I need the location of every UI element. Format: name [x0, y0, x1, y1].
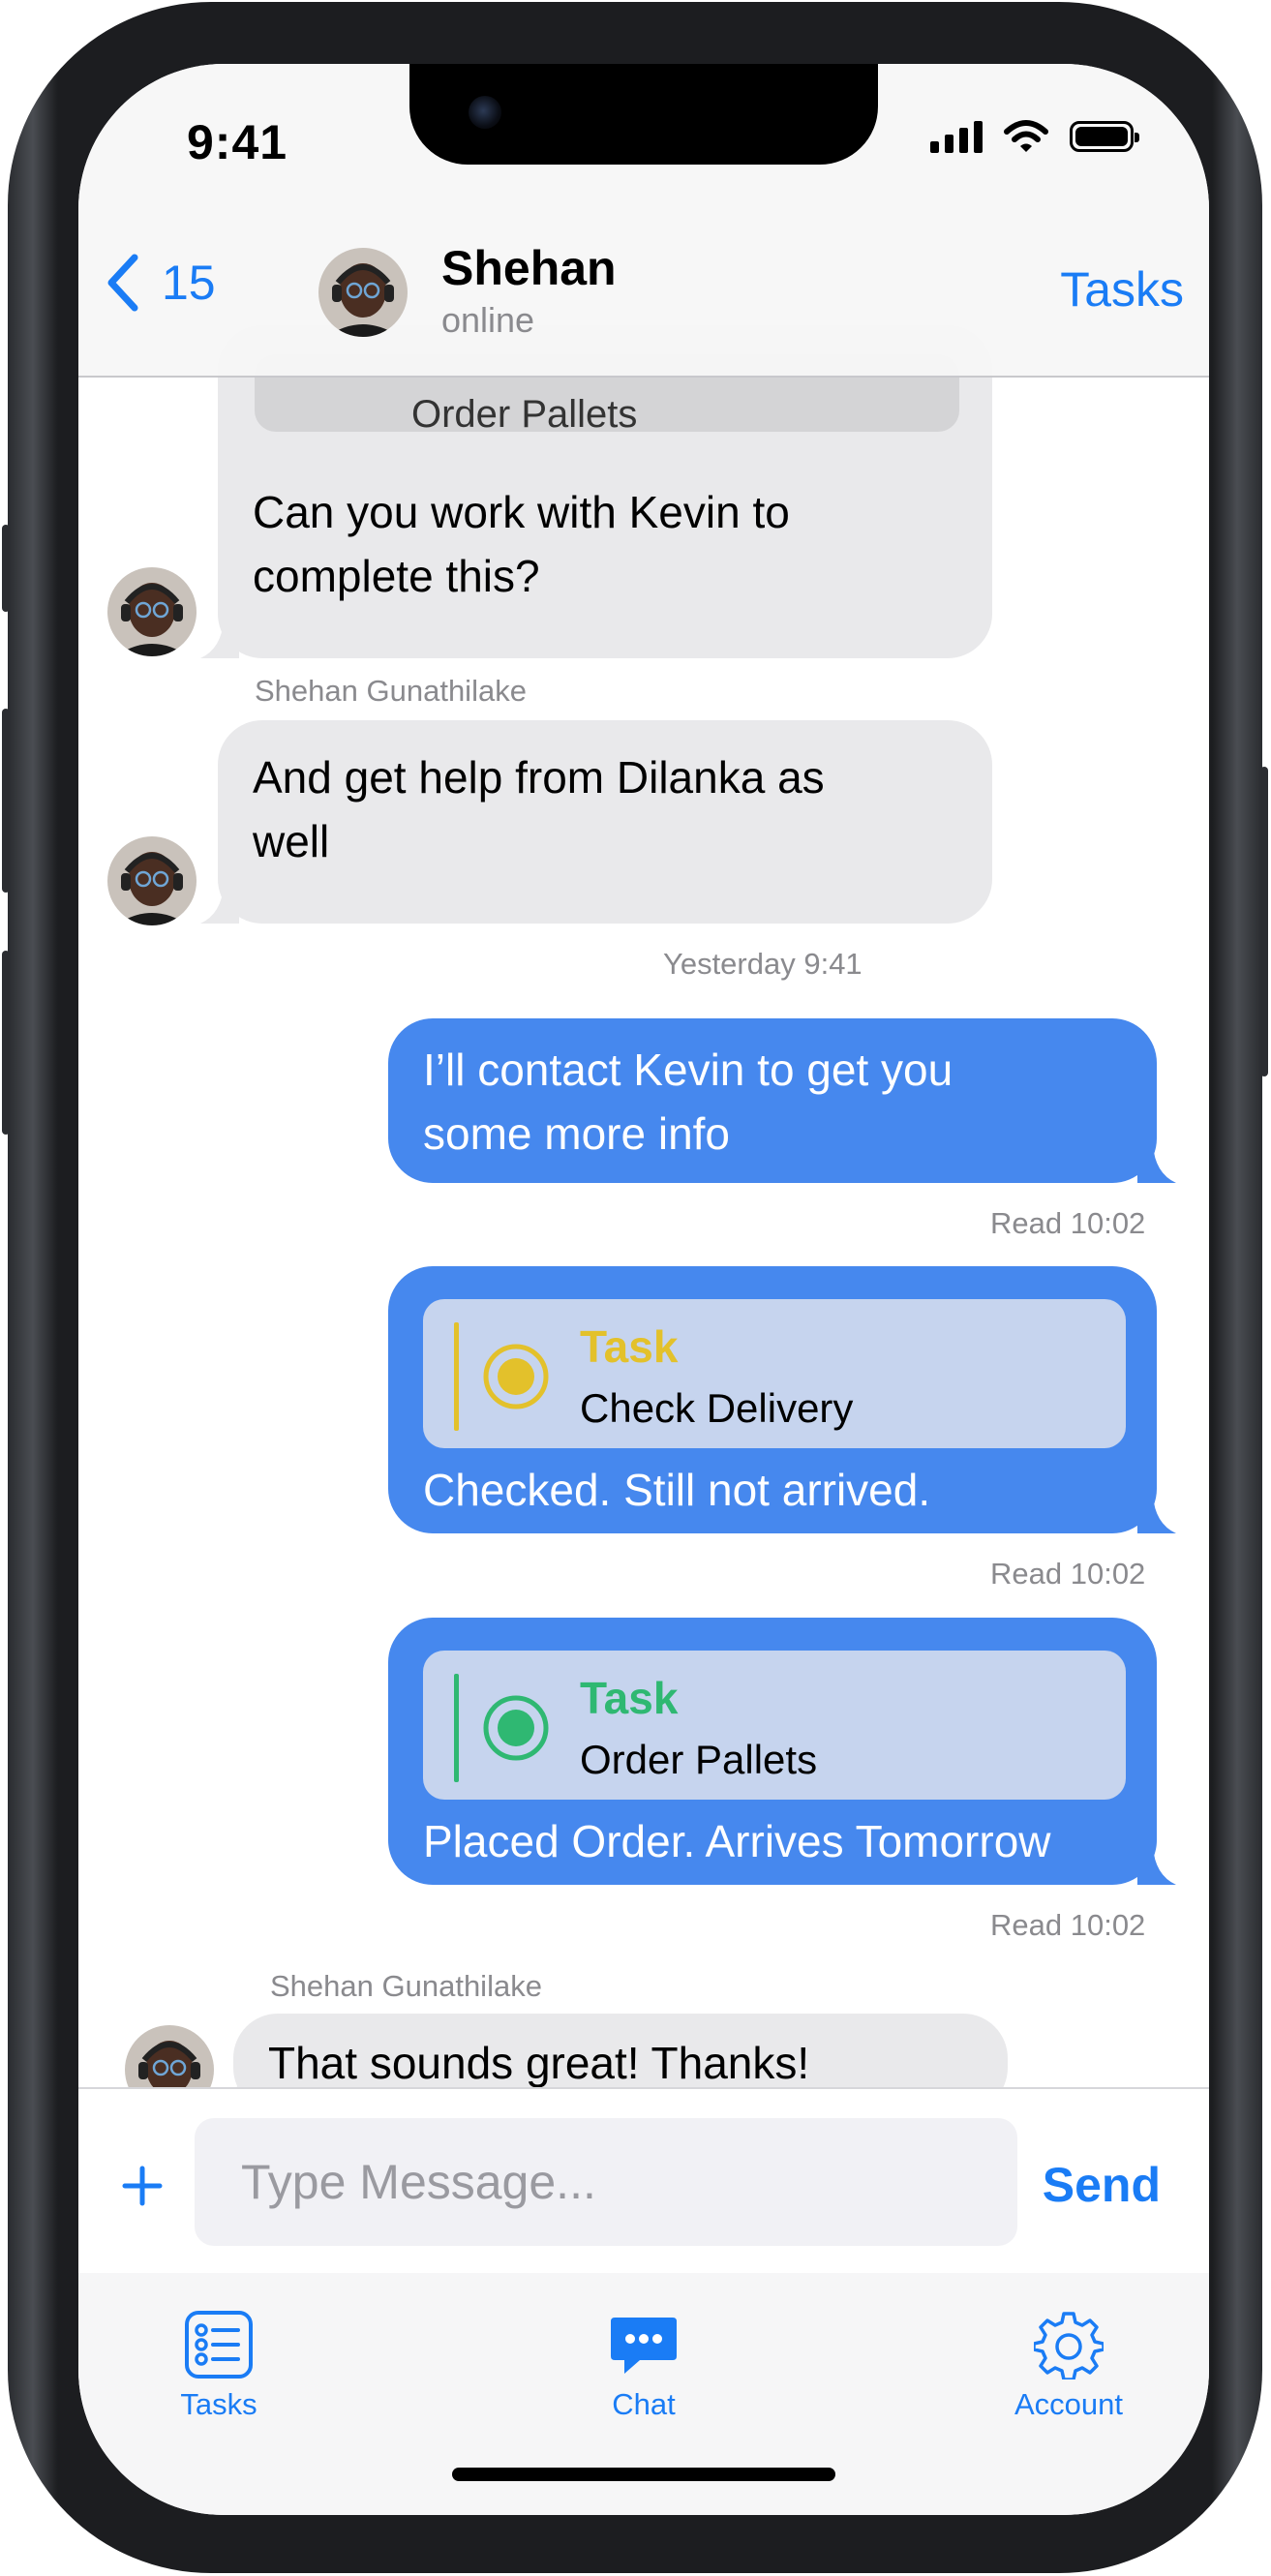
message-text-line: well: [253, 816, 330, 866]
avatar[interactable]: [107, 836, 197, 925]
task-color-bar: [454, 1322, 459, 1431]
chevron-left-icon: [107, 254, 138, 312]
bubble-tail: [1137, 1144, 1176, 1183]
status-icons: [930, 120, 1139, 153]
back-count: 15: [162, 256, 216, 310]
front-camera: [469, 96, 501, 129]
status-time: 9:41: [187, 115, 288, 169]
task-label: Task: [580, 1673, 679, 1723]
wifi-icon: [1004, 120, 1048, 152]
contact-name[interactable]: Shehan: [441, 240, 617, 296]
message-text: That sounds great! Thanks!: [268, 2038, 810, 2087]
incoming-message-bubble[interactable]: And get help from Dilanka as well: [218, 720, 992, 924]
avatar[interactable]: [107, 567, 197, 656]
quoted-task-name: Order Pallets: [411, 393, 638, 436]
outgoing-task-message-bubble[interactable]: Task Check Delivery Checked. Still not a…: [388, 1266, 1157, 1533]
bubble-tail: [1137, 1846, 1176, 1885]
bubble-tail: [200, 620, 239, 658]
task-color-bar: [454, 1674, 459, 1782]
message-text-line: some more info: [423, 1108, 731, 1159]
task-name: Check Delivery: [580, 1385, 854, 1431]
avatar-image: [107, 567, 197, 656]
contact-status: online: [441, 300, 535, 340]
tab-chat[interactable]: Chat: [528, 2310, 760, 2422]
avatar-image: [125, 2025, 214, 2087]
screen: Can you work with Kevin to complete this…: [78, 64, 1209, 2515]
read-receipt: Read 10:02: [990, 1908, 1146, 1942]
message-text-line: And get help from Dilanka as: [253, 752, 825, 803]
tab-label: Tasks: [180, 2387, 257, 2421]
task-card[interactable]: Task Check Delivery: [423, 1299, 1126, 1448]
power-button: [1260, 767, 1268, 1076]
sender-name: Shehan Gunathilake: [255, 674, 527, 708]
list-icon: [185, 2311, 253, 2379]
chat-bubble-icon: [611, 2318, 677, 2374]
cellular-signal-icon: [930, 120, 983, 153]
outgoing-message-bubble[interactable]: I’ll contact Kevin to get you some more …: [388, 1018, 1157, 1183]
task-card[interactable]: Task Order Pallets: [423, 1651, 1126, 1800]
read-receipt: Read 10:02: [990, 1557, 1146, 1591]
message-text: Placed Order. Arrives Tomorrow: [423, 1816, 1051, 1866]
message-text-line: Can you work with Kevin to: [253, 487, 790, 537]
battery-icon: [1070, 121, 1139, 152]
task-status-icon: [483, 1695, 549, 1761]
tab-label: Account: [1014, 2387, 1123, 2421]
send-button[interactable]: Send: [1043, 2157, 1161, 2213]
volume-up-button: [2, 709, 10, 893]
volume-down-button: [2, 951, 10, 1135]
bubble-tail: [200, 885, 239, 924]
gear-icon: [1034, 2312, 1104, 2379]
back-button[interactable]: 15: [106, 254, 216, 312]
mute-switch: [2, 525, 10, 612]
bubble-tail: [236, 2074, 255, 2087]
home-indicator[interactable]: [452, 2468, 835, 2481]
message-composer: Send: [78, 2087, 1209, 2273]
tasks-link[interactable]: Tasks: [1060, 261, 1184, 318]
avatar-image: [318, 248, 408, 337]
timestamp: Yesterday 9:41: [663, 947, 862, 981]
bubble-tail: [1137, 1495, 1176, 1533]
outgoing-task-message-bubble[interactable]: Task Order Pallets Placed Order. Arrives…: [388, 1618, 1157, 1885]
sender-name: Shehan Gunathilake: [270, 1969, 542, 2003]
read-receipt: Read 10:02: [990, 1206, 1146, 1240]
task-label: Task: [580, 1321, 679, 1372]
message-text-line: complete this?: [253, 551, 540, 601]
avatar-image: [107, 836, 197, 925]
tab-tasks[interactable]: Tasks: [103, 2310, 335, 2422]
contact-avatar[interactable]: [318, 248, 408, 337]
avatar[interactable]: [125, 2025, 214, 2087]
phone-frame: Can you work with Kevin to complete this…: [2, 2, 1268, 2573]
message-text: Checked. Still not arrived.: [423, 1465, 931, 1515]
incoming-message-bubble[interactable]: That sounds great! Thanks!: [233, 2014, 1008, 2087]
task-status-icon: [483, 1344, 549, 1409]
message-text-line: I’ll contact Kevin to get you: [423, 1045, 953, 1095]
plus-icon[interactable]: [121, 2165, 164, 2207]
tab-label: Chat: [612, 2387, 676, 2421]
message-input[interactable]: [195, 2118, 1017, 2246]
task-name: Order Pallets: [580, 1737, 818, 1782]
tab-account[interactable]: Account: [953, 2310, 1185, 2422]
